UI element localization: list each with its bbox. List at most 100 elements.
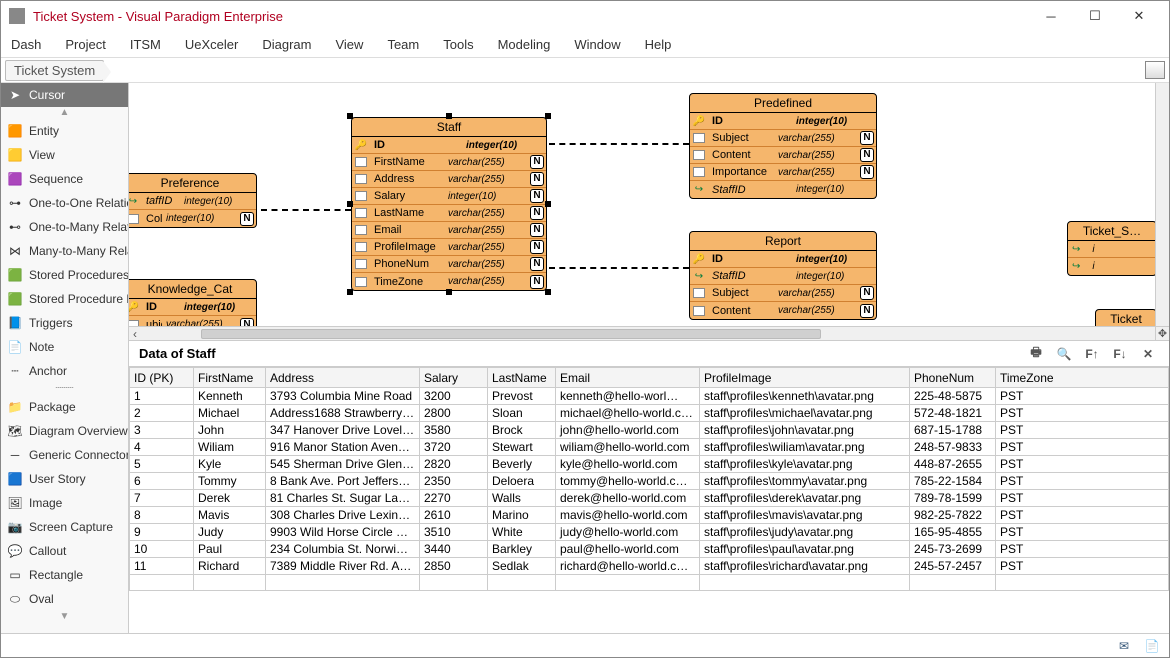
tool-diagram-overview[interactable]: 🗺Diagram Overview <box>1 419 128 443</box>
tool-stored-procedures[interactable]: 🟩Stored Procedures <box>1 263 128 287</box>
tool-one-to-one-relatio-[interactable]: ⊶One-to-One Relatio… <box>1 191 128 215</box>
entity-column-row[interactable]: ↪StaffIDinteger(10) <box>690 181 876 198</box>
table-row[interactable]: 2MichaelAddress1688 Strawberry…2800Sloan… <box>130 405 1169 422</box>
table-row[interactable]: 5Kyle545 Sherman Drive Glen…2820Beverlyk… <box>130 456 1169 473</box>
scroll-left-icon[interactable]: ‹ <box>129 327 141 341</box>
print-icon[interactable]: 🖶 <box>1025 345 1047 363</box>
selection-handle[interactable] <box>545 113 551 119</box>
entity-column-row[interactable]: Subjectvarchar(255)N <box>690 130 876 147</box>
entity-column-row[interactable]: LastNamevarchar(255)N <box>352 205 546 222</box>
tool-rectangle[interactable]: ▭Rectangle <box>1 563 128 587</box>
table-row[interactable]: 9Judy9903 Wild Horse Circle …3510Whiteju… <box>130 524 1169 541</box>
tool-callout[interactable]: 💬Callout <box>1 539 128 563</box>
column-header[interactable]: ID (PK) <box>130 368 194 388</box>
mail-icon[interactable]: ✉ <box>1115 638 1133 654</box>
entity-report[interactable]: Report 🔑IDinteger(10)↪StaffIDinteger(10)… <box>689 231 877 320</box>
menu-itsm[interactable]: ITSM <box>130 37 161 52</box>
entity-column-row[interactable]: Columninteger(10)N <box>129 210 256 227</box>
entity-column-row[interactable]: FirstNamevarchar(255)N <box>352 154 546 171</box>
tool-many-to-many-rela-[interactable]: ⋈Many-to-Many Rela… <box>1 239 128 263</box>
column-header[interactable]: Address <box>266 368 420 388</box>
tool-triggers[interactable]: 📘Triggers <box>1 311 128 335</box>
selection-handle[interactable] <box>545 201 551 207</box>
breadcrumb-item[interactable]: Ticket System <box>5 60 104 81</box>
close-button[interactable]: ✕ <box>1117 1 1161 31</box>
tool-one-to-many-relati-[interactable]: ⊷One-to-Many Relati… <box>1 215 128 239</box>
canvas-pan-icon[interactable]: ✥ <box>1155 326 1169 340</box>
tool-entity[interactable]: 🟧Entity <box>1 119 128 143</box>
search-data-icon[interactable]: 🔍 <box>1053 345 1075 363</box>
column-header[interactable]: LastName <box>488 368 556 388</box>
entity-column-row[interactable]: Emailvarchar(255)N <box>352 222 546 239</box>
tool-note[interactable]: 📄Note <box>1 335 128 359</box>
menu-diagram[interactable]: Diagram <box>262 37 311 52</box>
diagram-canvas[interactable]: Preference ↪taffIDinteger(10)Columninteg… <box>129 83 1169 340</box>
tool-anchor[interactable]: ┄Anchor <box>1 359 128 383</box>
entity-staff[interactable]: Staff 🔑IDinteger(10)FirstNamevarchar(255… <box>351 117 547 291</box>
table-row[interactable] <box>130 575 1169 591</box>
table-view-icon[interactable] <box>1145 61 1165 79</box>
table-row[interactable]: 10Paul234 Columbia St. Norwi…3440Barkley… <box>130 541 1169 558</box>
entity-column-row[interactable]: Addressvarchar(255)N <box>352 171 546 188</box>
scrollbar-thumb[interactable] <box>201 329 821 339</box>
selection-handle[interactable] <box>347 289 353 295</box>
table-row[interactable]: 7Derek81 Charles St. Sugar La…2270Wallsd… <box>130 490 1169 507</box>
table-row[interactable]: 6Tommy8 Bank Ave. Port Jeffers…2350Deloe… <box>130 473 1169 490</box>
menu-uexceler[interactable]: UeXceler <box>185 37 238 52</box>
tool-sequence[interactable]: 🟪Sequence <box>1 167 128 191</box>
minimize-button[interactable]: ─ <box>1029 1 1073 31</box>
menu-help[interactable]: Help <box>645 37 672 52</box>
menu-window[interactable]: Window <box>574 37 620 52</box>
menu-view[interactable]: View <box>335 37 363 52</box>
tool-package[interactable]: 📁Package <box>1 395 128 419</box>
data-table-wrap[interactable]: ID (PK)FirstNameAddressSalaryLastNameEma… <box>129 367 1169 633</box>
selection-handle[interactable] <box>446 113 452 119</box>
selection-handle[interactable] <box>347 113 353 119</box>
selection-handle[interactable] <box>545 289 551 295</box>
tool-oval[interactable]: ⬭Oval <box>1 587 128 611</box>
column-header[interactable]: ProfileImage <box>700 368 910 388</box>
column-header[interactable]: PhoneNum <box>910 368 996 388</box>
tool-image[interactable]: 🖼Image <box>1 491 128 515</box>
entity-column-row[interactable]: Contentvarchar(255)N <box>690 302 876 319</box>
menu-tools[interactable]: Tools <box>443 37 473 52</box>
table-row[interactable]: 4Wiliam916 Manor Station Avenu…3720Stewa… <box>130 439 1169 456</box>
tool-cursor[interactable]: ➤ Cursor <box>1 83 128 107</box>
entity-preference[interactable]: Preference ↪taffIDinteger(10)Columninteg… <box>129 173 257 228</box>
entity-column-row[interactable]: Subjectvarchar(255)N <box>690 285 876 302</box>
entity-column-row[interactable]: 🔑IDinteger(10) <box>690 251 876 268</box>
menu-modeling[interactable]: Modeling <box>498 37 551 52</box>
selection-handle[interactable] <box>347 201 353 207</box>
selection-handle[interactable] <box>446 289 452 295</box>
toolbox-expand-bottom[interactable]: ▼ <box>1 611 128 623</box>
table-row[interactable]: 8Mavis308 Charles Drive Lexin…2610Marino… <box>130 507 1169 524</box>
entity-column-row[interactable]: ↪TicketIDi <box>1068 241 1156 258</box>
table-row[interactable]: 11Richard7389 Middle River Rd. A…2850Sed… <box>130 558 1169 575</box>
tool-screen-capture[interactable]: 📷Screen Capture <box>1 515 128 539</box>
font-increase-icon[interactable]: F↑ <box>1081 345 1103 363</box>
menu-project[interactable]: Project <box>65 37 105 52</box>
entity-column-row[interactable]: Contentvarchar(255)N <box>690 147 876 164</box>
maximize-button[interactable]: ☐ <box>1073 1 1117 31</box>
entity-column-row[interactable]: PhoneNumvarchar(255)N <box>352 256 546 273</box>
canvas-horizontal-scrollbar[interactable]: ‹ <box>129 326 1155 340</box>
table-row[interactable]: 3John347 Hanover Drive Lovel…3580Brockjo… <box>130 422 1169 439</box>
tool-stored-procedure-r-[interactable]: 🟩Stored Procedure R… <box>1 287 128 311</box>
tool-view[interactable]: 🟨View <box>1 143 128 167</box>
entity-column-row[interactable]: ProfileImagevarchar(255)N <box>352 239 546 256</box>
entity-ticket-s[interactable]: Ticket_S… ↪TicketIDi↪StaffIDi <box>1067 221 1157 276</box>
column-header[interactable]: Email <box>556 368 700 388</box>
close-panel-icon[interactable]: ✕ <box>1137 345 1159 363</box>
tool-user-story[interactable]: 🟦User Story <box>1 467 128 491</box>
column-header[interactable]: TimeZone <box>996 368 1169 388</box>
entity-column-row[interactable]: ↪StaffIDi <box>1068 258 1156 275</box>
entity-column-row[interactable]: TimeZonevarchar(255)N <box>352 273 546 290</box>
entity-column-row[interactable]: Salaryinteger(10)N <box>352 188 546 205</box>
entity-column-row[interactable]: 🔑IDinteger(10) <box>352 137 546 154</box>
tool-generic-connector[interactable]: ─Generic Connector <box>1 443 128 467</box>
canvas-vertical-scrollbar[interactable] <box>1155 83 1169 326</box>
document-icon[interactable]: 📄 <box>1143 638 1161 654</box>
toolbox-expand-top[interactable]: ▲ <box>1 107 128 119</box>
column-header[interactable]: FirstName <box>194 368 266 388</box>
entity-column-row[interactable]: 🔑IDinteger(10) <box>129 299 256 316</box>
